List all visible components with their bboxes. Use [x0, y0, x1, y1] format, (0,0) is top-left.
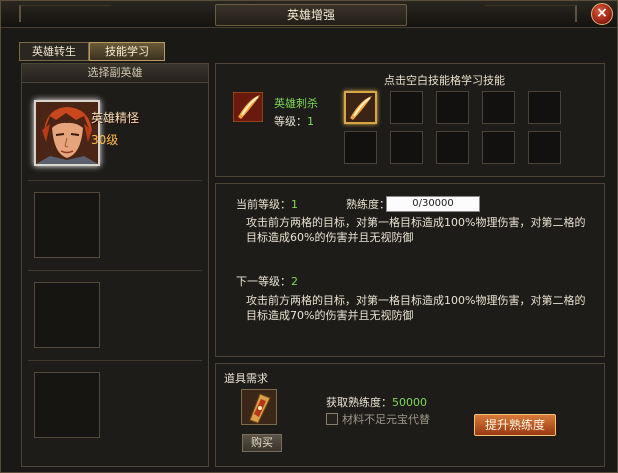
sword-skill-icon[interactable]: [233, 92, 263, 122]
current-level-value: 1: [291, 198, 298, 211]
skill-level-label: 等级：: [274, 115, 307, 128]
skill-level: 等级：1: [274, 113, 314, 129]
skill-name: 英雄刺杀: [274, 97, 318, 110]
gain-label: 获取熟练度：: [326, 396, 392, 409]
gain-value: 50000: [392, 396, 427, 409]
item-requirement-panel: 道具需求 购买 获取熟练度：50000 材料不足元宝代替 提升熟练度: [215, 363, 605, 467]
hero-level: 30级: [91, 133, 119, 147]
slot-divider: [28, 270, 202, 271]
proficiency-gain: 获取熟练度：50000: [326, 394, 427, 410]
skill-slot-3[interactable]: [436, 91, 469, 124]
next-level-value: 2: [291, 275, 298, 288]
skill-slot-4[interactable]: [482, 91, 515, 124]
skill-grid-panel: 点击空白技能格学习技能 英雄刺杀 等级：1: [215, 63, 605, 177]
hero-portrait-icon: [36, 102, 98, 164]
close-icon: ×: [596, 5, 608, 21]
hero-name: 英雄精怪: [91, 111, 140, 125]
title-bar: 英雄增强 ×: [1, 1, 617, 28]
proficiency-bar: 0/30000: [386, 196, 480, 212]
skill-slot-2[interactable]: [390, 91, 423, 124]
upgrade-proficiency-button[interactable]: 提升熟练度: [474, 414, 556, 436]
hero-slot-3[interactable]: [34, 282, 100, 348]
close-button[interactable]: ×: [591, 3, 613, 25]
next-level: 下一等级：2: [236, 273, 298, 289]
sword-skill-icon: [350, 96, 372, 120]
current-level-description: 攻击前方两格的目标，对第一格目标造成100%物理伤害，对第二格的目标造成60%的…: [246, 216, 586, 244]
item-requirement-title: 道具需求: [224, 372, 268, 385]
next-level-label: 下一等级：: [236, 275, 291, 288]
buy-button[interactable]: 购买: [242, 434, 282, 452]
skill-slot-10[interactable]: [528, 131, 561, 164]
skill-slot-8[interactable]: [436, 131, 469, 164]
hero-slot-2[interactable]: [34, 192, 100, 258]
window-title: 英雄增强: [215, 4, 407, 26]
skill-slot-7[interactable]: [390, 131, 423, 164]
tab-skill-learn[interactable]: 技能学习: [89, 42, 165, 61]
hero-enhance-window: 英雄增强 × 英雄转生 技能学习 选择副英雄 英雄精怪 30级 点击空白技能格学…: [0, 0, 618, 473]
slot-divider: [28, 360, 202, 361]
item-slot[interactable]: [241, 389, 277, 425]
ingot-substitute-label: 材料不足元宝代替: [342, 413, 430, 426]
hero-slot-4[interactable]: [34, 372, 100, 438]
ingot-substitute-checkbox[interactable]: [326, 413, 338, 425]
next-level-description: 攻击前方两格的目标，对第一格目标造成100%物理伤害，对第二格的目标造成70%的…: [246, 294, 586, 322]
skill-grid-hint: 点击空白技能格学习技能: [384, 74, 505, 87]
current-level-label: 当前等级：: [236, 198, 291, 211]
skill-slot-5[interactable]: [528, 91, 561, 124]
skill-slot-6[interactable]: [344, 131, 377, 164]
current-level: 当前等级：1: [236, 196, 298, 212]
skill-slot-9[interactable]: [482, 131, 515, 164]
skill-slot-1[interactable]: [344, 91, 377, 124]
skill-book-icon: [249, 393, 271, 424]
slot-divider: [28, 180, 202, 181]
title-ornament-left: [19, 5, 111, 22]
proficiency-label: 熟练度：: [346, 198, 390, 211]
hero-select-header: 选择副英雄: [22, 64, 208, 83]
tab-hero-rebirth[interactable]: 英雄转生: [19, 42, 89, 61]
skill-level-value: 1: [307, 115, 314, 128]
skill-info-panel: 当前等级：1 熟练度： 0/30000 攻击前方两格的目标，对第一格目标造成10…: [215, 183, 605, 357]
title-ornament-right: [485, 5, 577, 22]
